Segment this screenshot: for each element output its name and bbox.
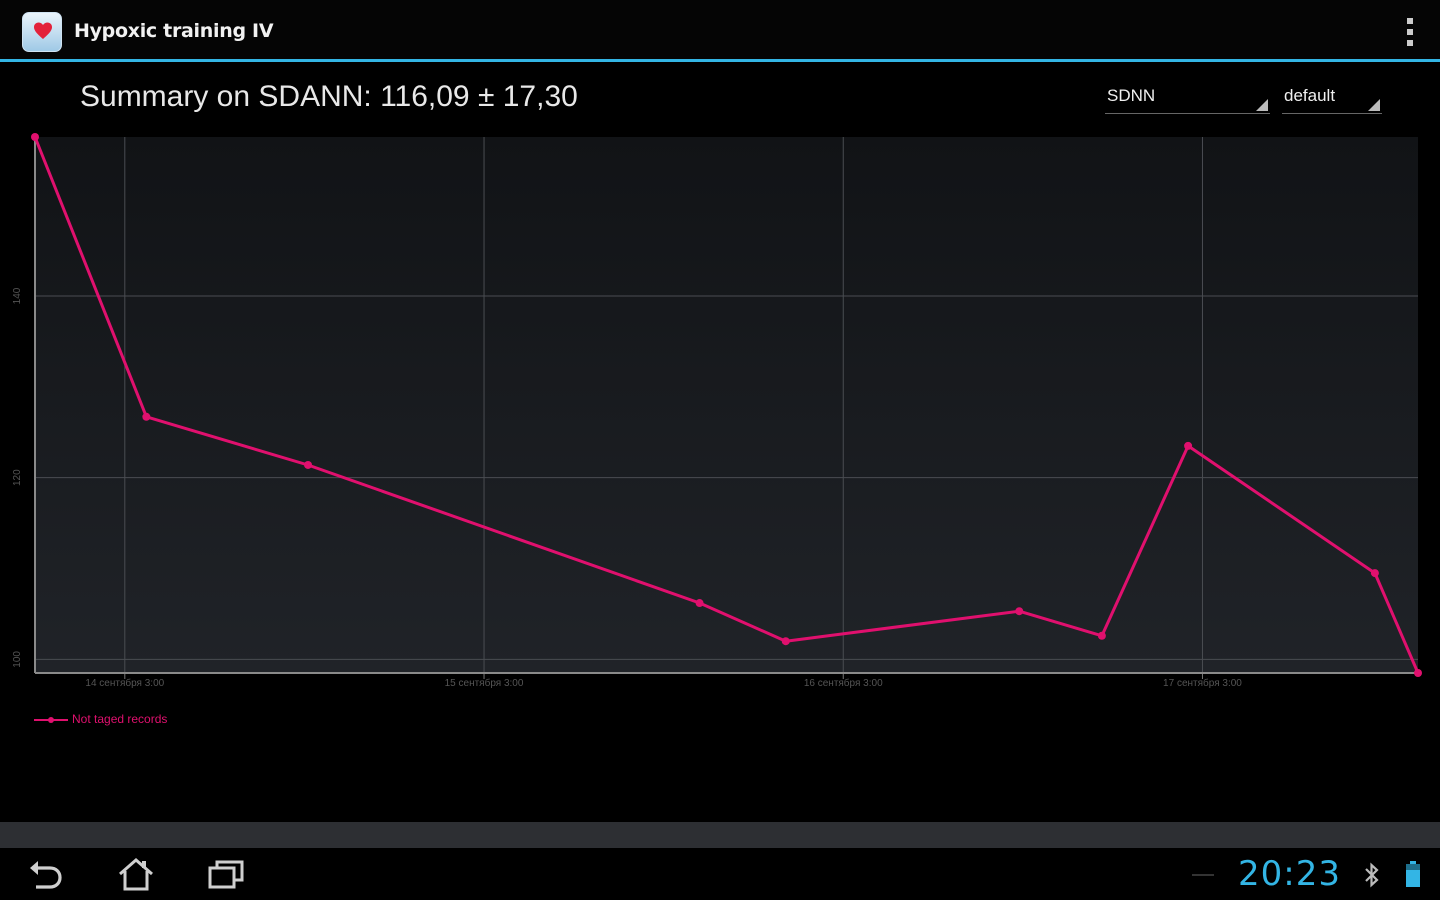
back-icon[interactable] [26,856,66,892]
sdnn-line-chart: 100 120 140 14 сентября 3:00 15 сентября 3:0… [0,125,1440,725]
bottom-strip [0,822,1440,848]
data-point [695,599,704,608]
heart-icon [34,22,52,39]
overflow-menu-icon[interactable] [1404,18,1416,46]
system-nav-bar [0,848,1440,900]
bluetooth-icon [1365,862,1379,888]
y-tick-label: 120 [12,469,23,486]
data-point [31,133,39,141]
profile-spinner[interactable]: default [1282,84,1382,114]
recent-apps-icon[interactable] [206,856,246,892]
data-point [1184,441,1193,450]
summary-title: Summary on SDANN: 116,09 ± 17,30 [80,80,578,113]
app-title: Hypoxic training IV [74,20,274,42]
battery-icon [1406,861,1420,887]
spinner-arrow-icon [1256,99,1268,111]
notification-dash [1192,874,1214,876]
action-bar: Hypoxic training IV [0,0,1440,62]
heart-app-icon[interactable] [22,12,62,52]
status-clock[interactable]: 20:23 [1238,854,1341,894]
data-point [1370,569,1379,578]
legend-line-marker [34,717,68,723]
x-tick-label: 17 сентября 3:00 [1163,677,1242,689]
data-point [142,412,151,421]
data-point [1097,631,1106,640]
home-icon[interactable] [116,856,156,892]
data-point [304,460,313,469]
chart-svg: 100 120 140 14 сентября 3:00 15 сентября 3:0… [12,133,1422,689]
y-tick-label: 100 [12,651,23,668]
action-bar-divider [0,59,1440,62]
y-tick-label: 140 [12,287,23,304]
metric-spinner-label: SDNN [1107,86,1156,105]
metric-spinner[interactable]: SDNN [1105,84,1270,114]
x-tick-label: 14 сентября 3:00 [85,677,164,689]
spinner-arrow-icon [1368,99,1380,111]
data-point [1015,607,1024,616]
legend-series-label: Not taged records [72,712,168,726]
x-tick-label: 15 сентября 3:00 [445,677,524,689]
data-point [1414,669,1422,677]
x-tick-label: 16 сентября 3:00 [804,677,883,689]
profile-spinner-label: default [1284,86,1336,105]
plot-background [35,137,1418,673]
data-point [781,637,790,646]
